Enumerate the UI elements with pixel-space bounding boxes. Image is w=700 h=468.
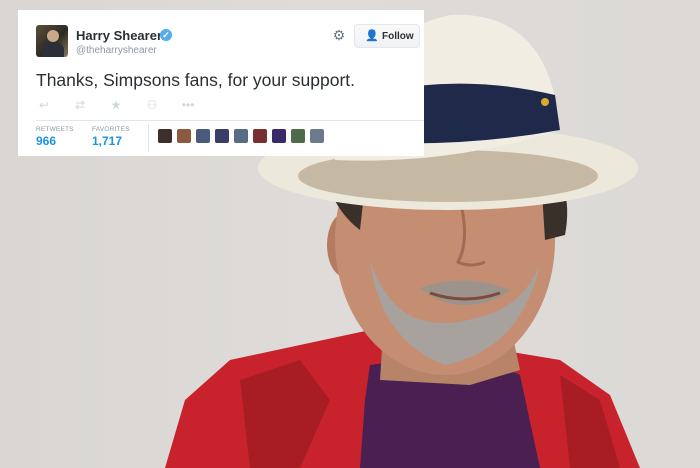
favoriter-avatar[interactable] — [196, 129, 210, 143]
favoriter-avatar[interactable] — [158, 129, 172, 143]
favorites-label: FAVORITES — [92, 126, 130, 133]
favoriter-avatar[interactable] — [215, 129, 229, 143]
more-icon[interactable]: ••• — [180, 97, 196, 113]
follow-button-label: Follow — [382, 31, 414, 42]
follow-user-icon[interactable]: ⚇ — [144, 97, 160, 113]
tweet-text: Thanks, Simpsons fans, for your support. — [36, 70, 356, 90]
follow-user-icon: 👤 — [365, 30, 379, 42]
favoriter-avatar[interactable] — [234, 129, 248, 143]
favoriter-avatar[interactable] — [291, 129, 305, 143]
favoriter-avatar[interactable] — [272, 129, 286, 143]
stats-separator — [148, 124, 149, 152]
retweets-label: RETWEETS — [36, 126, 74, 133]
reply-icon[interactable]: ↩ — [36, 97, 52, 113]
favorite-icon[interactable]: ★ — [108, 97, 124, 113]
user-handle[interactable]: @theharryshearer — [76, 45, 157, 56]
favorites-count[interactable]: 1,717 — [92, 134, 122, 148]
follow-button[interactable]: 👤 Follow — [354, 24, 420, 48]
favoriter-avatar[interactable] — [253, 129, 267, 143]
tweet-card: Harry Shearer ✓ @theharryshearer ⚙ 👤 Fol… — [18, 10, 424, 156]
avatar[interactable] — [36, 25, 68, 57]
display-name[interactable]: Harry Shearer — [76, 28, 162, 43]
gear-icon[interactable]: ⚙ — [332, 28, 346, 42]
favoriter-avatar[interactable] — [310, 129, 324, 143]
divider — [36, 120, 424, 121]
verified-badge-icon: ✓ — [160, 29, 172, 41]
retweets-count[interactable]: 966 — [36, 134, 56, 148]
favoriter-avatar[interactable] — [177, 129, 191, 143]
retweet-icon[interactable]: ⇄ — [72, 97, 88, 113]
